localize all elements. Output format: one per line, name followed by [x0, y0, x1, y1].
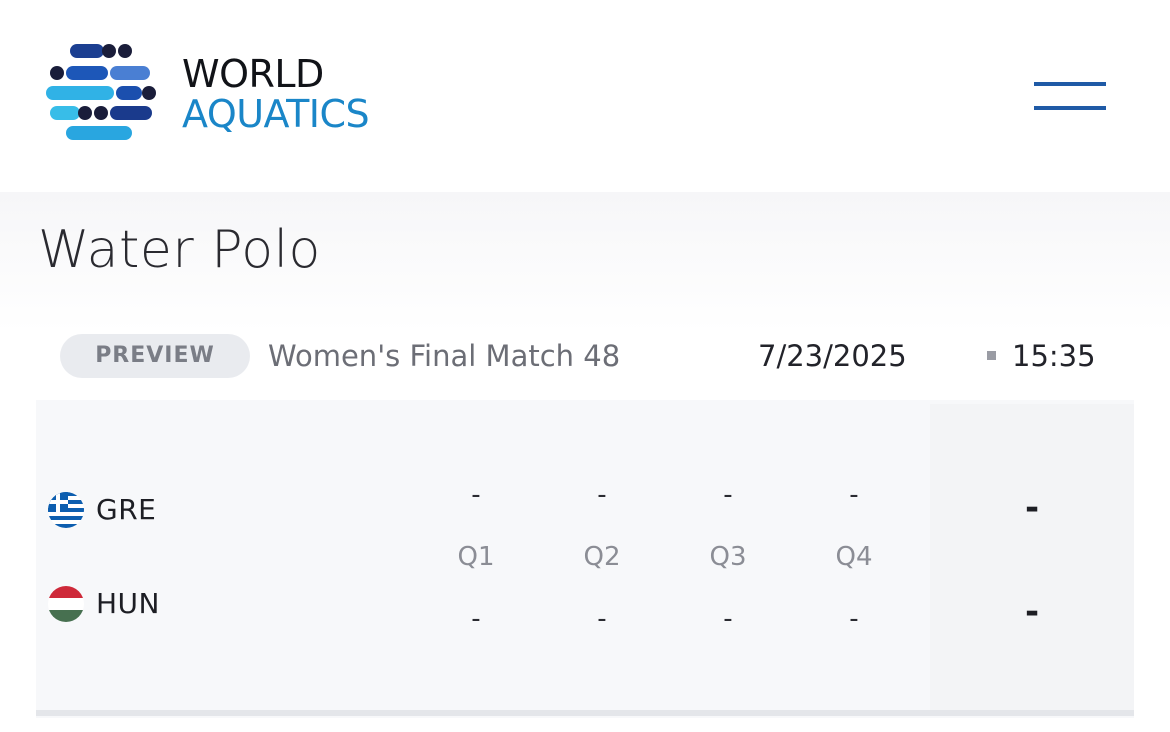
- world-aquatics-logo[interactable]: WORLD AQUATICS: [44, 40, 464, 145]
- total-score-column: [930, 404, 1134, 712]
- logo-text-aquatics: AQUATICS: [182, 92, 370, 136]
- greece-flag-icon: [48, 492, 84, 528]
- match-date: 7/23/2025: [758, 339, 907, 373]
- logo-text-world: WORLD: [182, 52, 324, 96]
- match-time: 15:35: [1012, 339, 1096, 373]
- team-code: HUN: [96, 587, 160, 620]
- match-name[interactable]: Women's Final Match 48: [268, 334, 620, 378]
- match-meta: PREVIEW Women's Final Match 48 7/23/2025…: [60, 334, 1120, 378]
- site-header: WORLD AQUATICS: [0, 0, 1170, 192]
- period-score-hun-q1: -: [471, 604, 481, 634]
- page-title: Water Polo: [38, 220, 321, 280]
- status-badge: PREVIEW: [60, 334, 250, 378]
- team-code: GRE: [96, 493, 157, 526]
- separator-dot-icon: [987, 351, 996, 360]
- period-score-gre-q3: -: [723, 480, 733, 510]
- hungary-flag-icon: [48, 586, 84, 622]
- scoreboard-divider: [36, 710, 1134, 716]
- period-score-gre-q2: -: [597, 480, 607, 510]
- period-score-hun-q4: -: [849, 604, 859, 634]
- total-score-gre: -: [1024, 488, 1040, 528]
- hamburger-menu-icon[interactable]: [1032, 78, 1108, 114]
- scoreboard[interactable]: GRE HUN - - - - Q1 Q2 Q3 Q4 - - - - - -: [36, 400, 1134, 718]
- period-score-gre-q1: -: [471, 480, 481, 510]
- period-label-q2: Q2: [583, 542, 621, 572]
- period-label-q4: Q4: [835, 542, 873, 572]
- period-score-hun-q3: -: [723, 604, 733, 634]
- total-score-hun: -: [1024, 592, 1040, 632]
- period-label-q3: Q3: [709, 542, 747, 572]
- logo-mark-icon: [44, 40, 156, 142]
- period-score-hun-q2: -: [597, 604, 607, 634]
- period-score-gre-q4: -: [849, 480, 859, 510]
- period-label-q1: Q1: [457, 542, 495, 572]
